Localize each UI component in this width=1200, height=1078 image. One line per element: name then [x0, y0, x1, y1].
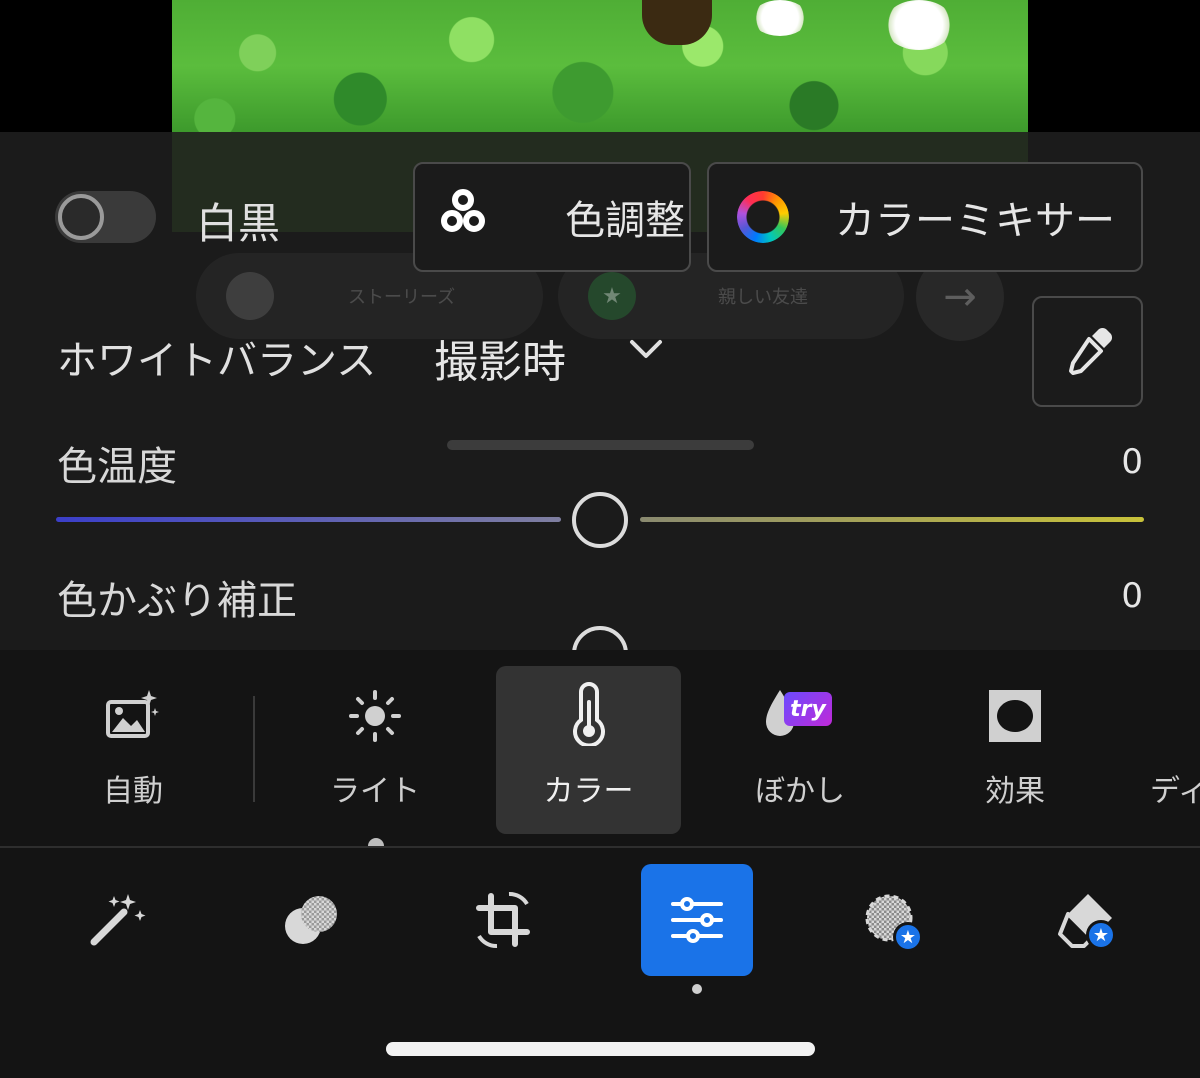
category-auto[interactable]: 自動: [58, 666, 208, 834]
photo-flower: [884, 0, 954, 50]
premium-star-badge: ★: [1086, 920, 1116, 950]
temperature-value: 0: [1121, 442, 1143, 482]
color-adjust-button[interactable]: 色調整: [413, 162, 691, 272]
crop-rotate-icon: [476, 892, 530, 948]
photo-image[interactable]: [172, 0, 1028, 132]
three-dots-palette-icon: [441, 189, 497, 245]
auto-enhance-image-icon: [103, 666, 163, 746]
vignette-icon: [985, 666, 1045, 746]
drop-icon: try: [760, 666, 840, 746]
magic-wand-icon: [90, 894, 146, 946]
category-label: ディ: [1150, 774, 1200, 809]
tool-eraser[interactable]: ★: [1030, 864, 1142, 976]
white-balance-dropdown[interactable]: 撮影時: [434, 326, 566, 390]
color-mixer-button[interactable]: カラーミキサー: [707, 162, 1143, 272]
try-badge: try: [784, 692, 832, 726]
chevron-down-icon[interactable]: [626, 330, 666, 370]
temperature-slider-thumb[interactable]: [572, 492, 628, 548]
ghost-star-icon: ★: [588, 272, 636, 320]
category-label: ライト: [330, 774, 420, 809]
overlay-circles-icon: [285, 896, 337, 944]
tool-adjust[interactable]: [641, 864, 753, 976]
temperature-track-warm[interactable]: [640, 517, 1144, 522]
premium-star-badge: ★: [893, 922, 923, 952]
category-label: カラー: [543, 774, 634, 809]
tool-crop-rotate[interactable]: [447, 864, 559, 976]
color-wheel-icon: [737, 191, 789, 243]
ghost-close-friends-label: 親しい友達: [718, 287, 808, 308]
tint-label: 色かぶり補正: [57, 578, 297, 624]
bw-toggle[interactable]: [55, 191, 156, 243]
panel-drag-handle[interactable]: [447, 440, 754, 450]
color-adjust-panel: ストーリーズ ★ 親しい友達 → 白黒 色調整 カラーミキサー ホワイトバランス…: [0, 132, 1200, 682]
category-label: ぼかし: [755, 774, 845, 809]
tool-selection[interactable]: ★: [835, 864, 947, 976]
adjust-active-dot: [692, 984, 702, 994]
ghost-stories-label: ストーリーズ: [348, 287, 456, 308]
adjust-category-bar: 自動 ライト カラー try ぼかし 効果 ディ: [0, 650, 1200, 846]
thermometer-icon: [559, 666, 619, 746]
category-detail[interactable]: ディ: [1150, 666, 1200, 834]
tool-overlay[interactable]: [255, 864, 367, 976]
sliders-icon: [671, 897, 723, 943]
temperature-label: 色温度: [57, 444, 177, 490]
color-mixer-label: カラーミキサー: [835, 198, 1115, 244]
light-modified-dot: [368, 838, 384, 846]
category-blur[interactable]: try ぼかし: [725, 666, 875, 834]
ghost-avatar: [226, 272, 274, 320]
category-label: 自動: [103, 774, 163, 809]
sun-icon: [345, 666, 405, 746]
color-adjust-label: 色調整: [565, 198, 685, 244]
category-color[interactable]: カラー: [496, 666, 681, 834]
tint-value: 0: [1121, 576, 1143, 616]
toggle-knob: [58, 194, 104, 240]
photo-preview-area: [0, 0, 1200, 132]
white-balance-label: ホワイトバランス: [57, 338, 377, 384]
temperature-track-cool[interactable]: [56, 517, 561, 522]
bw-label: 白黒: [196, 199, 281, 248]
category-label: 効果: [985, 774, 1045, 809]
tool-auto-enhance[interactable]: [60, 864, 172, 976]
category-effect[interactable]: 効果: [940, 666, 1090, 834]
eyedropper-button[interactable]: [1032, 296, 1143, 407]
category-divider: [253, 696, 255, 802]
photo-dark-stem: [642, 0, 712, 45]
eyedropper-icon: [1068, 327, 1112, 375]
home-indicator[interactable]: [386, 1042, 815, 1056]
category-light[interactable]: ライト: [300, 666, 450, 834]
photo-flower: [752, 0, 808, 36]
bottom-tool-bar: ★ ★: [0, 848, 1200, 1078]
